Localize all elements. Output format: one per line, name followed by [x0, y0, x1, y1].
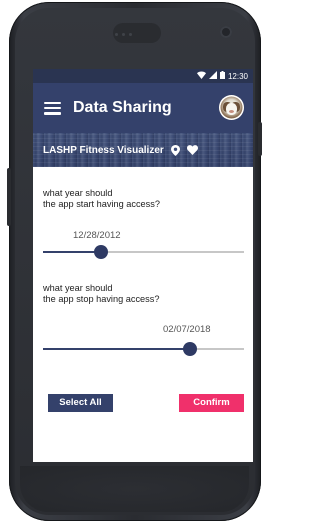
slider-fill — [43, 348, 190, 350]
start-date-slider[interactable] — [43, 244, 244, 260]
stop-question-line1: what year should — [43, 283, 113, 293]
slider-fill — [43, 251, 102, 253]
stop-date-value: 02/07/2018 — [163, 324, 211, 335]
page-title: Data Sharing — [73, 99, 172, 116]
battery-icon — [219, 71, 225, 81]
power-button — [258, 122, 262, 156]
avatar[interactable] — [219, 95, 244, 120]
app-screen: 12:30 Data Sharing LASHP Fitness Visuali… — [33, 69, 253, 462]
signal-icon — [208, 71, 217, 81]
start-date-value: 12/28/2012 — [73, 230, 121, 241]
stop-date-slider[interactable] — [43, 341, 244, 357]
stop-question-line2: the app stop having access? — [43, 294, 160, 304]
wifi-icon — [196, 71, 206, 81]
start-question-line1: what year should — [43, 188, 113, 198]
start-question: what year should the app start having ac… — [43, 188, 160, 210]
status-time: 12:30 — [227, 71, 248, 81]
heart-icon[interactable] — [186, 145, 198, 155]
select-all-button[interactable]: Select All — [48, 394, 113, 412]
slider-thumb[interactable] — [94, 245, 109, 259]
app-banner: LASHP Fitness Visualizer — [33, 133, 253, 167]
front-camera — [220, 26, 232, 38]
earpiece-speaker — [113, 23, 161, 43]
slider-thumb[interactable] — [182, 342, 197, 356]
phone-chin — [20, 466, 249, 512]
volume-button — [7, 168, 11, 226]
location-pin-icon[interactable] — [170, 144, 180, 156]
start-question-line2: the app start having access? — [43, 199, 160, 209]
confirm-button[interactable]: Confirm — [179, 394, 244, 412]
status-bar: 12:30 — [33, 69, 253, 83]
banner-title: LASHP Fitness Visualizer — [43, 144, 164, 156]
app-bar: Data Sharing — [33, 83, 253, 133]
stop-question: what year should the app stop having acc… — [43, 283, 159, 305]
menu-icon[interactable] — [44, 101, 61, 115]
